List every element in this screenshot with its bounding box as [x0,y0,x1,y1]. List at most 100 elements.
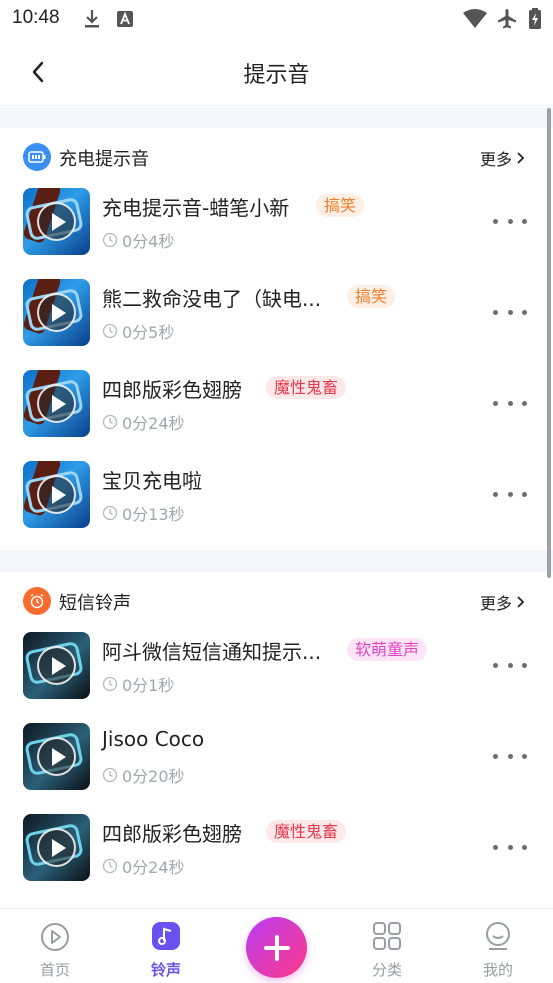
play-icon [51,212,66,231]
play-icon [51,303,66,322]
ringtone-title: 熊二救命没电了（缺电... [102,287,322,311]
status-bar: 10:48 [0,0,553,38]
play-button[interactable] [37,828,76,867]
ringtone-thumbnail [23,632,90,699]
page-title: 提示音 [243,63,310,88]
tab-categories[interactable]: 分类 [347,919,427,980]
section-header: 短信铃声 更多 [0,572,553,628]
category-tag: 魔性鬼畜 [266,820,347,843]
section-sms-ringtones: 短信铃声 更多 阿斗微信短信通知提示... 软萌童声 0分1秒 Jisoo Co… [0,572,553,908]
play-button[interactable] [37,384,76,423]
scrollbar[interactable] [547,108,551,578]
clock-icon [102,323,118,339]
list-item[interactable]: 熊二救命没电了（缺电... 搞笑 0分5秒 [0,275,553,366]
duration-text: 0分20秒 [122,767,185,786]
clock-icon [102,414,118,430]
download-icon [85,10,99,28]
play-icon [51,747,66,766]
section-charging-tones: 充电提示音 更多 充电提示音-蜡笔小新 搞笑 0分4秒 熊二救命没电了（缺电..… [0,128,553,550]
list-item[interactable]: 四郎版彩色翅膀 魔性鬼畜 0分24秒 [0,810,553,901]
tab-label: 我的 [482,961,513,979]
more-options-icon[interactable] [493,307,527,317]
tab-home[interactable]: 首页 [15,919,95,980]
battery-icon [23,143,51,171]
ringtone-title: 充电提示音-蜡笔小新 [102,196,290,220]
ringtone-title: 宝贝充电啦 [102,469,202,493]
nav-bar: 提示音 [0,38,553,106]
tab-label: 铃声 [150,961,181,979]
more-options-icon[interactable] [493,216,527,226]
ringtone-title: 四郎版彩色翅膀 [102,822,242,846]
play-icon [51,838,66,857]
more-button[interactable]: 更多 [480,590,525,614]
tab-ringtones[interactable]: 铃声 [126,919,206,980]
play-button[interactable] [37,202,76,241]
clock-icon [102,767,118,783]
airplane-icon [498,9,516,29]
ringtone-thumbnail [23,461,90,528]
more-options-icon[interactable] [493,751,527,761]
duration-text: 0分24秒 [122,858,185,877]
more-label: 更多 [479,150,512,169]
tab-label: 分类 [371,961,402,979]
chevron-right-icon [517,152,525,164]
list-item[interactable]: 阿斗微信短信通知提示... 软萌童声 0分1秒 [0,628,553,719]
clock-icon [102,232,118,248]
more-options-icon[interactable] [493,660,527,670]
play-button[interactable] [37,475,76,514]
play-icon [51,394,66,413]
chevron-right-icon [517,596,525,608]
category-tag: 魔性鬼畜 [266,376,347,399]
ringtone-thumbnail [23,723,90,790]
play-button[interactable] [37,646,76,685]
duration-text: 0分4秒 [122,232,175,251]
music-note-icon [149,919,183,953]
play-button[interactable] [37,293,76,332]
duration: 0分24秒 [102,410,185,434]
section-title: 短信铃声 [59,593,131,614]
clock-icon [102,676,118,692]
duration: 0分1秒 [102,672,174,696]
add-button[interactable] [246,917,307,978]
alarm-clock-icon [23,587,51,615]
ringtone-thumbnail [23,279,90,346]
duration: 0分4秒 [102,228,174,252]
font-a-icon [117,11,133,27]
grid-icon [370,919,404,953]
duration: 0分20秒 [102,763,185,787]
clock-icon [102,858,118,874]
more-options-icon[interactable] [493,842,527,852]
play-button[interactable] [37,737,76,776]
play-icon [51,485,66,504]
list-item[interactable]: 充电提示音-蜡笔小新 搞笑 0分4秒 [0,184,553,275]
section-divider [0,550,553,572]
duration-text: 0分13秒 [122,505,185,524]
wifi-icon [463,9,487,28]
ringtone-thumbnail [23,370,90,437]
ringtone-thumbnail [23,188,90,255]
status-time: 10:48 [12,7,60,28]
category-tag: 搞笑 [347,285,396,308]
more-options-icon[interactable] [493,489,527,499]
section-title: 充电提示音 [59,149,149,170]
section-divider [0,107,553,128]
ringtone-title: Jisoo Coco [102,727,205,751]
list-item[interactable]: 四郎版彩色翅膀 魔性鬼畜 0分24秒 [0,366,553,457]
tab-label: 首页 [39,961,70,979]
list-item[interactable]: Jisoo Coco 0分20秒 [0,719,553,810]
duration-text: 0分24秒 [122,414,185,433]
play-icon [51,656,66,675]
list-item[interactable]: 宝贝充电啦 0分13秒 [0,457,553,548]
ringtone-title: 阿斗微信短信通知提示... [102,640,322,664]
duration: 0分5秒 [102,319,174,343]
more-label: 更多 [479,594,512,613]
section-header: 充电提示音 更多 [0,128,553,184]
home-play-icon [38,919,72,953]
category-tag: 搞笑 [316,194,365,217]
duration-text: 0分1秒 [122,676,175,695]
more-button[interactable]: 更多 [480,146,525,170]
more-options-icon[interactable] [493,398,527,408]
duration: 0分24秒 [102,854,185,878]
tab-profile[interactable]: 我的 [458,919,538,980]
bottom-tab-bar: 首页 铃声 分类 我的 [0,908,553,983]
